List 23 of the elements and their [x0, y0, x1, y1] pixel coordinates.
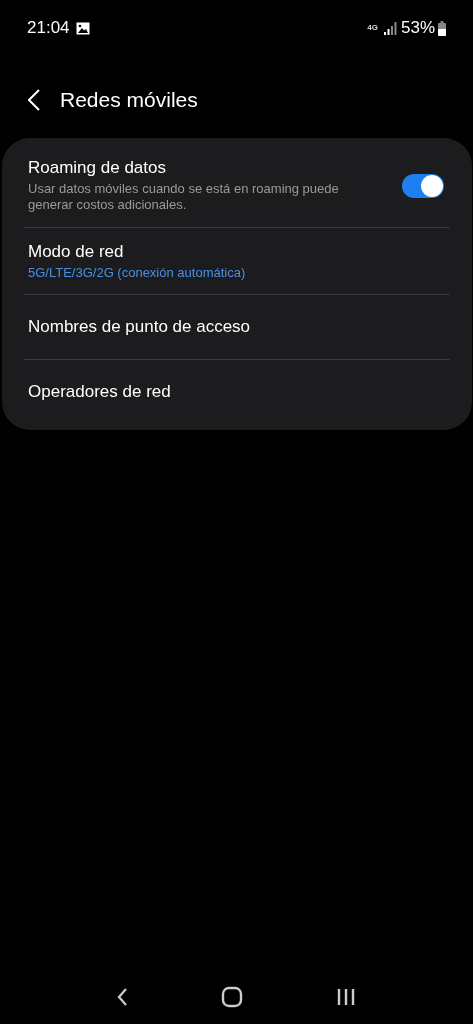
item-title: Operadores de red: [28, 382, 172, 402]
item-value: 5G/LTE/3G/2G (conexión automática): [28, 265, 247, 280]
item-title: Modo de red: [28, 242, 125, 262]
back-icon: [28, 89, 40, 111]
settings-item[interactable]: Operadores de red: [2, 360, 472, 424]
battery-icon: [438, 20, 446, 36]
settings-item[interactable]: Modo de red 5G/LTE/3G/2G (conexión automática): [2, 228, 472, 294]
gallery-icon: [75, 21, 90, 35]
settings-item[interactable]: Nombres de punto de acceso: [2, 295, 472, 359]
back-icon: [116, 988, 128, 1006]
back-button[interactable]: [28, 89, 40, 111]
page-title: Redes móviles: [60, 88, 198, 112]
network-type: 4G: [367, 24, 378, 32]
home-icon: [221, 986, 243, 1008]
item-title: Roaming de datos: [28, 158, 167, 178]
toggle-switch[interactable]: [402, 173, 444, 198]
signal-icon: [383, 21, 397, 35]
status-time: 21:04: [27, 18, 70, 38]
battery-percent: 53%: [400, 18, 435, 38]
item-title: Nombres de punto de acceso: [28, 317, 252, 337]
settings-item[interactable]: Roaming de datos Usar datos móviles cuando se está en roaming puede generar costos adicionales.: [2, 144, 472, 227]
item-summary: Usar datos móviles cuando se está en roaming puede generar costos adicionales.: [28, 181, 340, 213]
recent-apps-icon: [336, 988, 357, 1006]
